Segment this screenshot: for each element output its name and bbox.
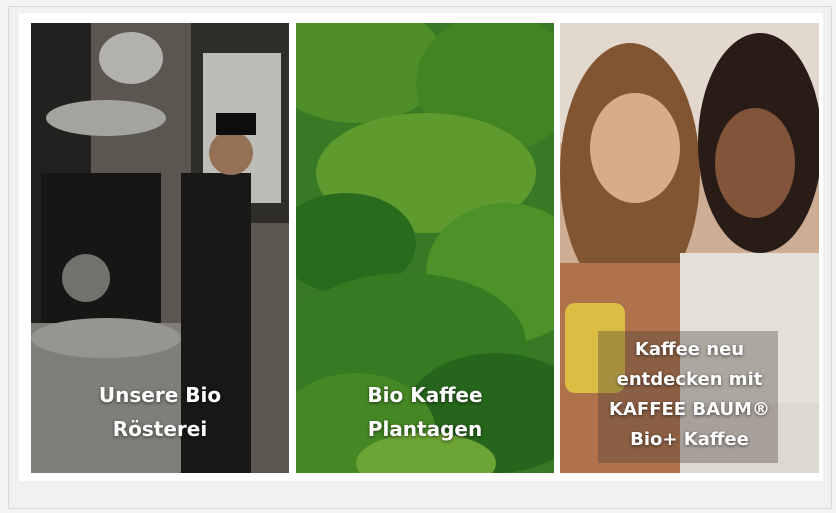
tile-caption: Kaffee neu entdecken mit KAFFEE BAUM® Bi… — [609, 339, 770, 450]
tiles-grid: Unsere Bio Rösterei Bio Kaffee Plantagen — [19, 13, 823, 481]
tile-roastery[interactable]: Unsere Bio Rösterei — [31, 23, 289, 473]
tile-discover[interactable]: Kaffee neu entdecken mit KAFFEE BAUM® Bi… — [560, 23, 819, 473]
tile-caption: Bio Kaffee Plantagen — [367, 383, 483, 441]
tile-plantation[interactable]: Bio Kaffee Plantagen — [296, 23, 554, 473]
content-frame: Unsere Bio Rösterei Bio Kaffee Plantagen — [8, 6, 832, 509]
tile-caption: Unsere Bio Rösterei — [98, 383, 222, 441]
